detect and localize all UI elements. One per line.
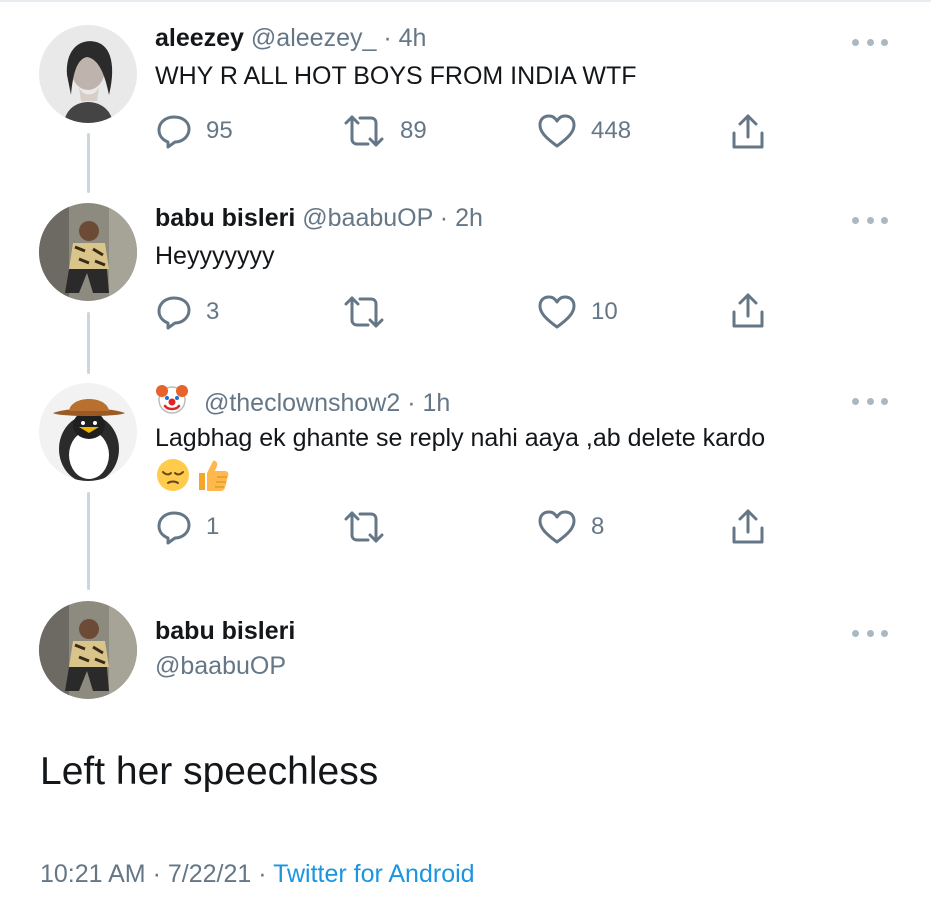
tweet-text: Heyyyyyyy [155, 242, 275, 270]
separator: · [407, 389, 416, 417]
reply-button[interactable]: 1 [156, 509, 219, 545]
retweet-icon [344, 115, 384, 147]
avatar-image [39, 383, 137, 481]
user-handle[interactable]: @baabuOP [302, 204, 433, 232]
like-button[interactable]: 8 [537, 509, 604, 545]
more-options-icon[interactable] [852, 627, 888, 639]
separator: · [258, 860, 267, 888]
avatar[interactable] [39, 383, 137, 481]
user-handle[interactable]: @aleezey_ [251, 24, 376, 52]
tweet-source-link[interactable]: Twitter for Android [273, 860, 474, 888]
reply-count: 3 [206, 298, 220, 325]
retweet-button[interactable] [342, 509, 400, 545]
share-icon [732, 509, 764, 544]
heart-icon [538, 510, 576, 544]
tweet-header: babu bisleri @baabuOP · 2h [155, 203, 483, 233]
more-options-icon[interactable] [852, 214, 888, 226]
tweet-date[interactable]: 7/22/21 [168, 860, 251, 888]
heart-icon [538, 114, 576, 148]
separator: · [152, 860, 161, 888]
like-button[interactable]: 10 [537, 294, 618, 330]
thread-line [87, 492, 90, 590]
timestamp[interactable]: 4h [399, 24, 427, 52]
tweet-text: WHY R ALL HOT BOYS FROM INDIA WTF [155, 62, 637, 90]
thread-line [87, 312, 90, 374]
tweet-header: aleezey @aleezey_ · 4h [155, 23, 426, 53]
display-name[interactable]: babu bisleri [155, 204, 295, 232]
retweet-icon [344, 511, 384, 543]
user-handle[interactable]: @baabuOP [155, 651, 286, 681]
share-icon [732, 114, 764, 149]
more-options-icon[interactable] [852, 36, 888, 48]
clown-face-icon [155, 383, 189, 422]
like-count: 10 [591, 298, 618, 325]
reply-button[interactable]: 95 [156, 113, 233, 149]
like-count: 8 [591, 513, 605, 540]
share-icon [732, 293, 764, 328]
reply-icon [157, 511, 191, 545]
tweet-header: @theclownshow2 · 1h [155, 383, 450, 422]
share-button[interactable] [730, 292, 766, 330]
reply-icon [157, 115, 191, 149]
thread-line [87, 133, 90, 193]
reply-icon [157, 296, 191, 330]
avatar-image [39, 25, 137, 123]
heart-icon [538, 295, 576, 329]
like-button[interactable]: 448 [537, 113, 631, 149]
timestamp[interactable]: 2h [455, 204, 483, 232]
timestamp[interactable]: 1h [423, 389, 451, 417]
tweet-text: Lagbhag ek ghante se reply nahi aaya ,ab… [155, 424, 766, 452]
share-button[interactable] [730, 508, 766, 546]
retweet-button[interactable] [342, 294, 400, 330]
display-name[interactable]: aleezey [155, 24, 244, 52]
avatar[interactable] [39, 25, 137, 123]
tweet-time[interactable]: 10:21 AM [40, 860, 146, 888]
retweet-icon [344, 296, 384, 328]
avatar-image [39, 203, 137, 301]
reply-button[interactable]: 3 [156, 294, 219, 330]
like-count: 448 [591, 117, 632, 144]
pensive-face-icon [157, 459, 189, 491]
retweet-count: 89 [400, 117, 427, 144]
more-options-icon[interactable] [852, 395, 888, 407]
separator: · [439, 204, 449, 232]
tweet-text: Left her speechless [40, 750, 379, 793]
retweet-button[interactable]: 89 [342, 113, 427, 149]
share-button[interactable] [730, 113, 766, 151]
avatar-image [39, 601, 137, 699]
thumbs-up-icon [199, 460, 229, 491]
top-divider [0, 0, 931, 2]
avatar[interactable] [39, 203, 137, 301]
tweet-meta: 10:21 AM · 7/22/21 · Twitter for Android [40, 858, 475, 890]
user-handle[interactable]: @theclownshow2 [204, 389, 400, 417]
reply-count: 1 [206, 513, 220, 540]
reply-count: 95 [206, 117, 233, 144]
separator: · [383, 24, 392, 52]
avatar[interactable] [39, 601, 137, 699]
display-name[interactable]: babu bisleri [155, 616, 295, 646]
emoji-row [155, 457, 231, 493]
